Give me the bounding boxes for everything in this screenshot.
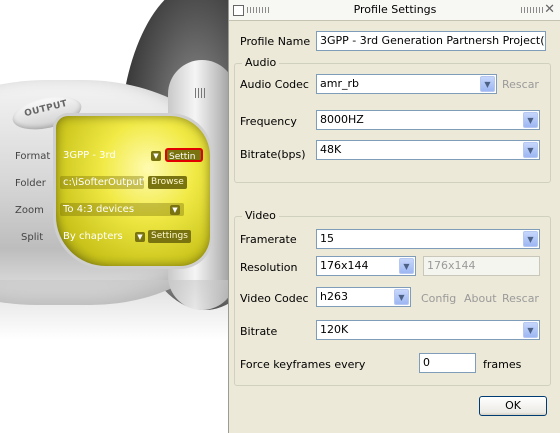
chevron-down-icon[interactable]: ▼ (523, 142, 538, 158)
profile-name-label: Profile Name (240, 35, 311, 48)
video-bitrate-select[interactable]: 120K ▼ (316, 320, 540, 340)
video-codec-label: Video Codec (240, 292, 309, 305)
folder-value[interactable]: c:\iSofterOutput\ (60, 176, 144, 189)
chevron-down-icon[interactable]: ▼ (480, 76, 495, 92)
profile-name-input[interactable]: 3GPP - 3rd Generation Partnersh Project(… (316, 31, 546, 51)
split-value[interactable]: By chapters (60, 230, 144, 243)
audio-bitrate-select[interactable]: 48K ▼ (316, 140, 540, 160)
resolution-select[interactable]: 176x144 ▼ (316, 256, 416, 276)
zoom-label: Zoom (15, 205, 44, 216)
video-rescan-button[interactable]: Rescar (502, 292, 539, 305)
chevron-down-icon[interactable]: ▼ (523, 112, 538, 128)
keyframes-unit-label: frames (483, 358, 522, 371)
frequency-label: Frequency (240, 115, 297, 128)
framerate-label: Framerate (240, 233, 297, 246)
format-label: Format (15, 151, 51, 162)
format-value[interactable]: 3GPP - 3rd (60, 149, 148, 162)
chevron-down-icon[interactable]: ▼ (394, 289, 409, 305)
chevron-down-icon[interactable]: ▼ (399, 258, 414, 274)
video-config-button[interactable]: Config (421, 292, 456, 305)
output-screen (56, 116, 210, 266)
zoom-dropdown-arrow-icon[interactable]: ▼ (170, 205, 180, 215)
split-dropdown-arrow-icon[interactable]: ▼ (135, 232, 145, 242)
frequency-select[interactable]: 8000HZ ▼ (316, 110, 540, 130)
close-icon[interactable]: ✕ (544, 2, 555, 17)
split-settings-button[interactable]: Settings (148, 230, 191, 243)
zoom-value[interactable]: To 4:3 devices (60, 203, 184, 216)
resolution-custom-input[interactable]: 176x144 (423, 256, 540, 276)
keyframes-input[interactable]: 0 (419, 353, 476, 373)
audio-codec-value: amr_rb (320, 77, 359, 90)
framerate-value: 15 (320, 232, 334, 245)
video-codec-value: h263 (320, 290, 348, 303)
browse-button[interactable]: Browse (148, 176, 187, 189)
audio-bitrate-value: 48K (320, 143, 342, 156)
resolution-value: 176x144 (320, 259, 369, 272)
resolution-label: Resolution (240, 261, 298, 274)
framerate-select[interactable]: 15 ▼ (316, 229, 540, 249)
video-bitrate-label: Bitrate (240, 325, 278, 338)
video-about-button[interactable]: About (464, 292, 497, 305)
audio-bitrate-label: Bitrate(bps) (240, 148, 306, 161)
video-group-title: Video (242, 209, 279, 222)
video-codec-select[interactable]: h263 ▼ (316, 287, 411, 307)
folder-label: Folder (15, 178, 46, 189)
audio-codec-label: Audio Codec (240, 78, 309, 91)
player-base-shadow (0, 280, 230, 340)
audio-rescan-button[interactable]: Rescar (502, 78, 539, 91)
audio-codec-select[interactable]: amr_rb ▼ (316, 74, 497, 94)
video-bitrate-value: 120K (320, 323, 349, 336)
format-dropdown-arrow-icon[interactable]: ▼ (151, 151, 161, 161)
chevron-down-icon[interactable]: ▼ (523, 231, 538, 247)
chevron-down-icon[interactable]: ▼ (523, 322, 538, 338)
format-settings-button[interactable]: Settin (165, 148, 203, 162)
split-label: Split (21, 232, 44, 243)
grip-icon[interactable] (195, 88, 205, 98)
title-bar[interactable]: Profile Settings ✕ (229, 0, 560, 21)
frequency-value: 8000HZ (320, 113, 364, 126)
dialog-title: Profile Settings (353, 3, 437, 16)
audio-group-title: Audio (242, 56, 280, 69)
profile-settings-dialog: Profile Settings ✕ Profile Name 3GPP - 3… (228, 0, 560, 433)
ok-button[interactable]: OK (479, 396, 547, 416)
keyframes-label: Force keyframes every (240, 358, 366, 371)
player-panel: OUTPUT Format 3GPP - 3rd ▼ Settin Folder… (0, 0, 230, 433)
